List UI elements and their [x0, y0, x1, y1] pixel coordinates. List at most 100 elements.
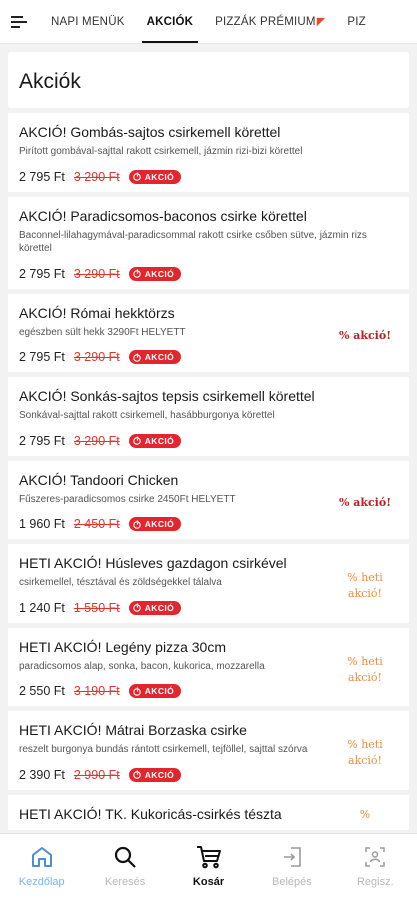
akcio-badge-label: AKCIÓ: [144, 268, 175, 279]
tab-pizzak-premium[interactable]: PIZZÁK PRÉMIUM ◤: [204, 0, 336, 43]
nav-login[interactable]: Belépés: [250, 834, 333, 901]
offer-old-price: 2 990 Ft: [73, 767, 120, 782]
pizza-slice-icon: ◤: [316, 16, 326, 28]
akcio-badge: AKCIÓ: [128, 684, 182, 698]
login-icon: [281, 844, 303, 870]
cart-icon: [196, 844, 222, 870]
nav-search[interactable]: Keresés: [83, 834, 166, 901]
offer-price: 2 390 Ft: [19, 767, 65, 782]
offer-price: 2 550 Ft: [19, 684, 65, 698]
offer-item[interactable]: HETI AKCIÓ! Mátrai Borzaska csirke reszel…: [8, 706, 409, 790]
price-row: 2 795 Ft 3 290 Ft AKCIÓ: [19, 168, 397, 186]
tab-piz[interactable]: PIZ: [336, 0, 377, 43]
nav-cart-label: Kosár: [192, 876, 225, 888]
promo-label: % akció!: [338, 328, 392, 342]
akcio-badge: AKCIÓ: [128, 433, 182, 448]
offer-item[interactable]: AKCIÓ! Gombás-sajtos csirkemell körettel…: [8, 108, 409, 192]
offer-title: HETI AKCIÓ! TK. Kukoricás-csirkés tészta: [19, 805, 282, 822]
flame-icon: [132, 519, 141, 529]
offer-description: reszelt burgonya bundás rántott csirkeme…: [19, 744, 308, 755]
offer-old-price: 3 290 Ft: [73, 169, 120, 184]
akcio-badge-label: AKCIÓ: [144, 602, 175, 613]
main-content: Akciók AKCIÓ! Gombás-sajtos csirkemell k…: [8, 52, 409, 830]
page-title: Akciók: [19, 70, 81, 93]
promo-label: % akció!: [338, 495, 392, 509]
offer-old-price: 1 550 Ft: [73, 600, 120, 615]
price-row: 1 960 Ft 2 450 Ft AKCIÓ: [19, 515, 319, 533]
offer-title: AKCIÓ! Római hekktörzs: [19, 304, 175, 321]
price-row: 1 240 Ft 1 550 Ft AKCIÓ: [19, 599, 319, 617]
price-row: 2 795 Ft 3 290 Ft AKCIÓ: [19, 432, 397, 450]
offer-old-price: 3 290 Ft: [73, 433, 120, 448]
offer-description: paradicsomos alap, sonka, bacon, kukoric…: [19, 660, 265, 672]
promo-label: % heti akció!: [347, 571, 383, 600]
offer-description: csirkemellel, tésztával és zöldségekkel …: [19, 577, 222, 588]
akcio-badge-label: AKCIÓ: [144, 435, 175, 446]
offer-description: Pirított gombával-sajttal rakott csirkem…: [19, 146, 303, 157]
offer-item[interactable]: AKCIÓ! Római hekktörzs egészben sült hekk…: [8, 288, 409, 372]
offer-old-price: 2 450 Ft: [73, 517, 120, 531]
price-row: 2 390 Ft 2 990 Ft AKCIÓ: [19, 766, 319, 784]
offer-old-price: 3 290 Ft: [73, 350, 120, 364]
akcio-badge-label: AKCIÓ: [144, 769, 175, 780]
offer-title: HETI AKCIÓ! Legény pizza 30cm: [19, 638, 226, 655]
akcio-badge-label: AKCIÓ: [144, 686, 175, 696]
offer-old-price: 3 190 Ft: [73, 684, 120, 698]
nav-register[interactable]: Regisz.: [334, 834, 417, 901]
page-header: Akciók: [8, 52, 409, 108]
nav-login-label: Belépés: [272, 876, 312, 888]
price-row: 2 795 Ft 3 290 Ft AKCIÓ: [19, 265, 397, 283]
offer-item[interactable]: HETI AKCIÓ! Húsleves gazdagon csirkével c…: [8, 539, 409, 623]
akcio-badge: AKCIÓ: [128, 169, 182, 184]
offer-price: 1 960 Ft: [19, 517, 65, 531]
category-tabs: NAPI MENÜK AKCIÓK PIZZÁK PRÉMIUM ◤ PIZ: [40, 0, 377, 43]
offer-price: 2 795 Ft: [19, 169, 65, 184]
promo-label: %: [359, 807, 371, 821]
akcio-badge: AKCIÓ: [128, 266, 182, 281]
offer-description: Baconnel-lilahagymával-paradicsommal rak…: [19, 229, 367, 255]
nav-home[interactable]: Kezdőlap: [0, 834, 83, 901]
offer-price: 2 795 Ft: [19, 266, 65, 281]
nav-register-label: Regisz.: [356, 876, 394, 888]
akcio-badge: AKCIÓ: [128, 517, 182, 531]
offer-item[interactable]: HETI AKCIÓ! Legény pizza 30cm paradicsomo…: [8, 622, 409, 706]
flame-icon: [132, 352, 141, 362]
nav-cart[interactable]: Kosár: [167, 834, 250, 901]
akcio-badge-label: AKCIÓ: [144, 352, 175, 362]
offer-item[interactable]: AKCIÓ! Paradicsomos-baconos csirke köret…: [8, 191, 409, 289]
price-row: 2 795 Ft 3 290 Ft AKCIÓ: [19, 348, 319, 366]
offer-description: Fűszeres-paradicsomos csirke 2450Ft HELY…: [19, 493, 236, 505]
offer-title: AKCIÓ! Tandoori Chicken: [19, 471, 179, 488]
tab-akciok[interactable]: AKCIÓK: [136, 0, 205, 43]
akcio-badge: AKCIÓ: [128, 767, 182, 782]
flame-icon: [132, 770, 141, 779]
akcio-badge: AKCIÓ: [128, 600, 182, 615]
flame-icon: [132, 269, 141, 278]
nav-search-label: Keresés: [104, 876, 146, 888]
promo-label: % heti akció!: [347, 738, 383, 767]
akcio-badge-label: AKCIÓ: [144, 171, 175, 182]
akcio-badge-label: AKCIÓ: [144, 519, 175, 529]
flame-icon: [132, 603, 141, 612]
offer-description: egészben sült hekk 3290Ft HELYETT: [19, 326, 186, 338]
offer-price: 2 795 Ft: [19, 350, 65, 364]
offer-item[interactable]: AKCIÓ! Tandoori Chicken Fűszeres-paradics…: [8, 455, 409, 539]
offer-title: AKCIÓ! Paradicsomos-baconos csirke köret…: [19, 207, 307, 224]
offer-old-price: 3 290 Ft: [73, 266, 120, 281]
offer-item[interactable]: HETI AKCIÓ! TK. Kukoricás-csirkés tészta…: [8, 789, 409, 830]
bottom-navigation: Kezdőlap Keresés Kosár Belépés Regisz.: [0, 833, 417, 901]
flame-icon: [132, 172, 141, 181]
tab-napi-menuk[interactable]: NAPI MENÜK: [40, 0, 136, 43]
akcio-badge: AKCIÓ: [128, 350, 182, 364]
nav-home-label: Kezdőlap: [18, 876, 65, 888]
flame-icon: [132, 436, 141, 445]
offer-title: HETI AKCIÓ! Mátrai Borzaska csirke: [19, 722, 247, 738]
home-icon: [30, 844, 54, 870]
offer-price: 2 795 Ft: [19, 433, 65, 448]
hamburger-menu-icon[interactable]: [0, 0, 40, 43]
offer-item[interactable]: AKCIÓ! Sonkás-sajtos tepsis csirkemell k…: [8, 372, 409, 456]
offer-price: 1 240 Ft: [19, 600, 65, 615]
flame-icon: [132, 686, 141, 696]
search-icon: [113, 844, 137, 870]
promo-label: % heti akció!: [347, 654, 383, 684]
